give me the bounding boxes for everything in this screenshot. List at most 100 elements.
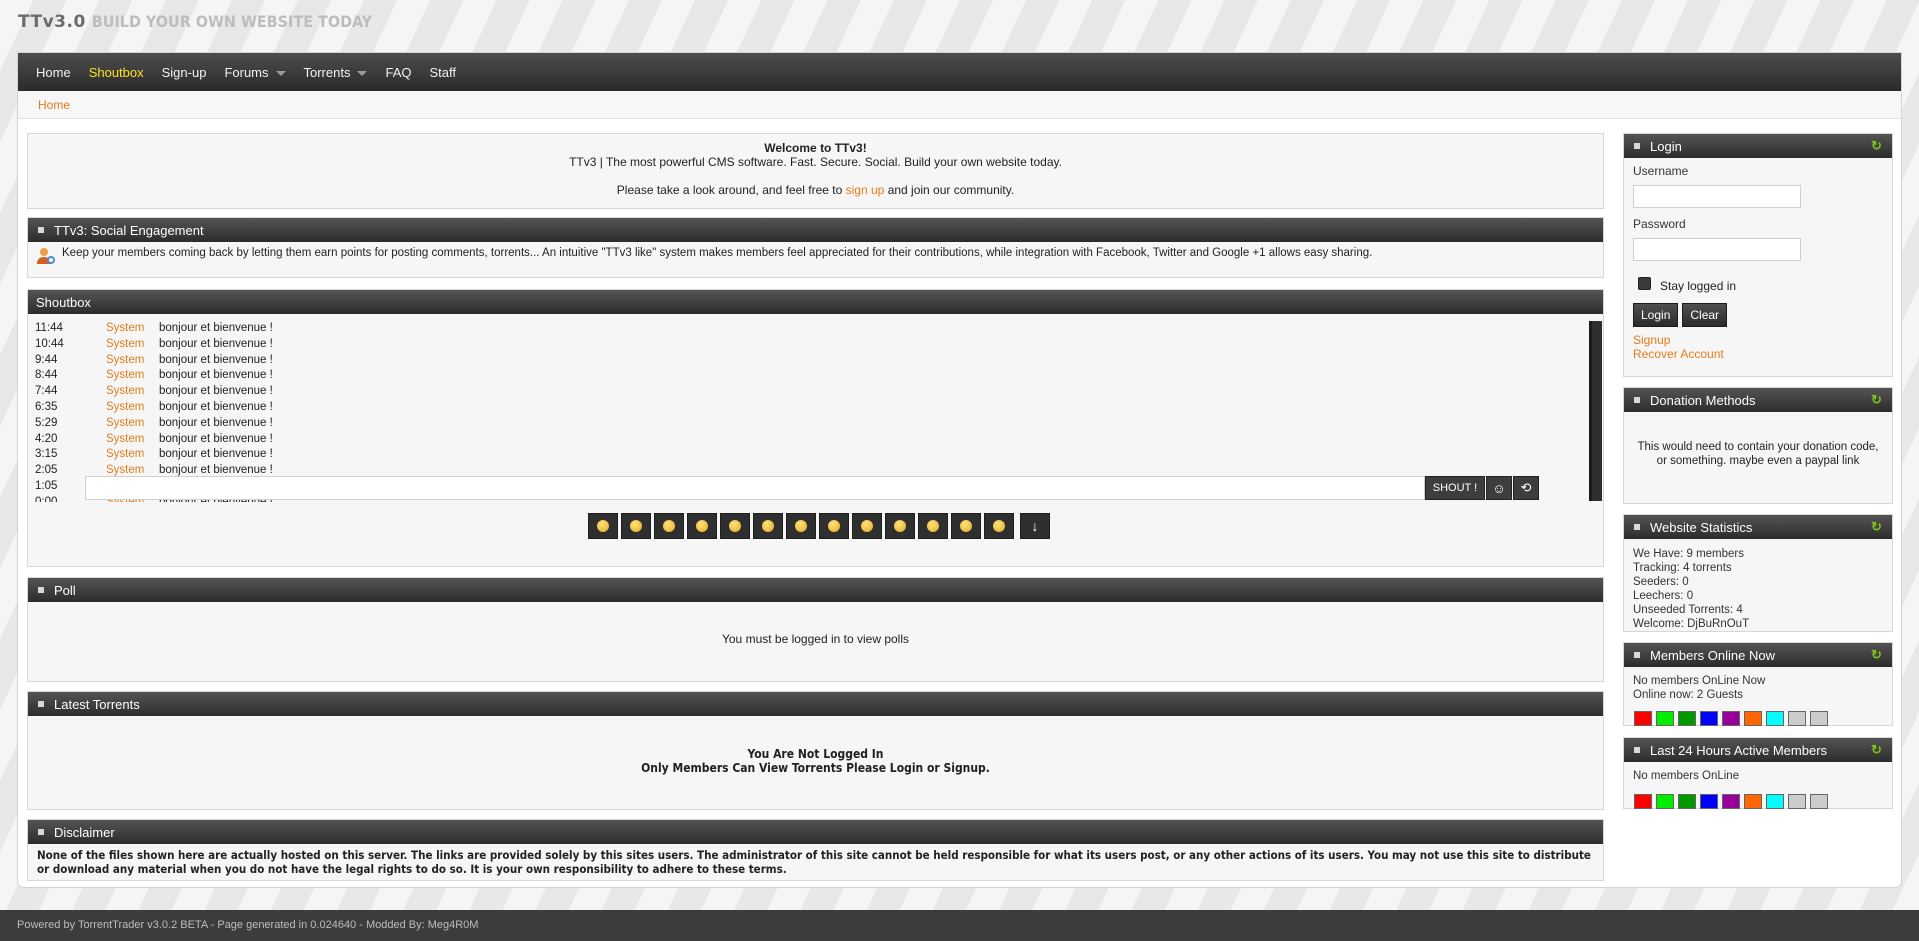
header-bullet-icon — [1634, 397, 1640, 403]
nav-signup[interactable]: Sign-up — [153, 65, 216, 80]
shout-text: bonjour et bienvenue ! — [159, 448, 273, 461]
logo-text: TTv3.0 — [18, 12, 86, 32]
smiley-icon — [630, 520, 642, 532]
shout-user-link[interactable]: System — [106, 353, 159, 369]
smiley-icon — [993, 520, 1005, 532]
header-bullet-icon — [1634, 143, 1640, 149]
smiley-button[interactable] — [786, 513, 816, 539]
footer: Powered by TorrentTrader v3.0.2 BETA - P… — [0, 910, 1919, 941]
main-navbar: Home Shoutbox Sign-up Forums Torrents FA… — [18, 53, 1901, 91]
shout-user-link[interactable]: System — [106, 432, 159, 448]
shout-user-link[interactable]: System — [106, 368, 159, 384]
group-color-swatch — [1678, 711, 1696, 726]
latest-torrents-box: Latest Torrents You Are Not Logged In On… — [27, 691, 1604, 810]
welcome-box: Welcome to TTv3! TTv3 | The most powerfu… — [27, 133, 1604, 209]
breadcrumb-home-link[interactable]: Home — [38, 98, 70, 112]
nav-forums[interactable]: Forums — [215, 65, 294, 80]
login-box: Login ↻ Username Password Stay logged in … — [1623, 133, 1893, 377]
header-bullet-icon — [38, 587, 44, 593]
nav-torrents[interactable]: Torrents — [295, 65, 377, 80]
social-header: TTv3: Social Engagement — [28, 218, 1603, 242]
shout-text: bonjour et bienvenue ! — [159, 400, 273, 413]
donation-box: Donation Methods ↻ This would need to con… — [1623, 387, 1893, 504]
group-color-swatch — [1634, 794, 1652, 809]
signup-link[interactable]: sign up — [846, 183, 885, 197]
login-form: Username Password Stay logged in Login C… — [1624, 158, 1892, 361]
nav-home[interactable]: Home — [27, 65, 80, 80]
shout-text: bonjour et bienvenue ! — [159, 369, 273, 382]
group-color-swatch — [1700, 711, 1718, 726]
main-frame: Home Shoutbox Sign-up Forums Torrents FA… — [17, 52, 1902, 888]
shout-user-link[interactable]: System — [106, 416, 159, 432]
shout-user-link[interactable]: System — [106, 447, 159, 463]
shout-button[interactable]: SHOUT ! — [1425, 476, 1485, 500]
site-logo[interactable]: TTv3.0 BUILD YOUR OWN WEBSITE TODAY — [18, 12, 372, 32]
group-color-swatch — [1634, 711, 1652, 726]
smiley-button[interactable] — [852, 513, 882, 539]
smiley-button[interactable] — [687, 513, 717, 539]
shout-user-link[interactable]: System — [106, 384, 159, 400]
nav-staff[interactable]: Staff — [420, 65, 465, 80]
arrow-down-icon: ↓ — [1031, 518, 1039, 534]
stat-line: Seeders: 0 — [1633, 576, 1689, 588]
password-input[interactable] — [1633, 238, 1801, 261]
refresh-icon[interactable]: ↻ — [1871, 648, 1884, 661]
recover-account-link[interactable]: Recover Account — [1633, 347, 1892, 361]
smiley-button[interactable] — [654, 513, 684, 539]
shout-time: 5:29 — [35, 416, 58, 429]
smiley-button[interactable] — [753, 513, 783, 539]
nav-shoutbox[interactable]: Shoutbox — [80, 65, 153, 80]
shout-message-list[interactable]: 11:44 System bonjour et bienvenue ! 10:44 Sy… — [35, 321, 1585, 502]
shout-user-link[interactable]: System — [106, 321, 159, 337]
chevron-down-icon — [275, 71, 286, 76]
smiley-button[interactable] — [918, 513, 948, 539]
more-smilies-button[interactable]: ↓ — [1020, 513, 1050, 539]
smiley-button[interactable] — [885, 513, 915, 539]
login-links: Signup Recover Account — [1633, 333, 1892, 361]
shout-scrollbar[interactable] — [1589, 321, 1602, 501]
smiley-toggle-button[interactable]: ☺ — [1486, 476, 1512, 500]
refresh-icon[interactable]: ↻ — [1871, 139, 1884, 152]
members-online-title: Members Online Now — [1650, 647, 1775, 663]
donation-title: Donation Methods — [1650, 392, 1756, 408]
nav-torrents-label: Torrents — [303, 64, 351, 80]
shoutbox-header: Shoutbox — [28, 290, 1603, 314]
shout-time: 10:44 — [35, 337, 64, 350]
smiley-icon — [960, 520, 972, 532]
smiley-button[interactable] — [621, 513, 651, 539]
refresh-icon[interactable]: ↻ — [1871, 743, 1884, 756]
stay-logged-label: Stay logged in — [1660, 279, 1737, 293]
latest-line1: You Are Not Logged In — [747, 747, 884, 761]
signup-side-link[interactable]: Signup — [1633, 333, 1892, 347]
login-button[interactable]: Login — [1633, 303, 1679, 327]
clear-button[interactable]: Clear — [1682, 303, 1728, 327]
smiley-button[interactable] — [720, 513, 750, 539]
smiley-button[interactable] — [951, 513, 981, 539]
shout-time: 7:44 — [35, 385, 58, 398]
logo-tagline: BUILD YOUR OWN WEBSITE TODAY — [91, 12, 373, 31]
smiley-bar: ↓ — [588, 513, 1050, 539]
stay-logged-checkbox[interactable] — [1638, 277, 1651, 290]
group-color-swatch — [1722, 711, 1740, 726]
shout-input[interactable] — [85, 476, 1425, 500]
shout-message-row: 11:44 System bonjour et bienvenue ! — [35, 321, 1585, 337]
nav-faq[interactable]: FAQ — [376, 65, 420, 80]
group-color-swatch — [1788, 794, 1806, 809]
welcome-line1: TTv3 | The most powerful CMS software. F… — [569, 155, 1062, 169]
shout-user-link[interactable]: System — [106, 337, 159, 353]
smiley-button[interactable] — [819, 513, 849, 539]
refresh-icon[interactable]: ↻ — [1871, 520, 1884, 533]
shout-message-row: 4:20 System bonjour et bienvenue ! — [35, 432, 1585, 448]
login-buttons: Login Clear — [1633, 303, 1892, 327]
header-bullet-icon — [38, 227, 44, 233]
history-button[interactable]: ⟲ — [1513, 476, 1539, 500]
username-input[interactable] — [1633, 185, 1801, 208]
refresh-icon[interactable]: ↻ — [1871, 393, 1884, 406]
active-24h-box: Last 24 Hours Active Members ↻ No members… — [1623, 737, 1893, 809]
smiley-button[interactable] — [984, 513, 1014, 539]
shout-user-link[interactable]: System — [106, 400, 159, 416]
breadcrumb: Home — [18, 91, 1901, 119]
shout-text: bonjour et bienvenue ! — [159, 432, 273, 445]
smiley-button[interactable] — [588, 513, 618, 539]
smiley-icon — [927, 520, 939, 532]
